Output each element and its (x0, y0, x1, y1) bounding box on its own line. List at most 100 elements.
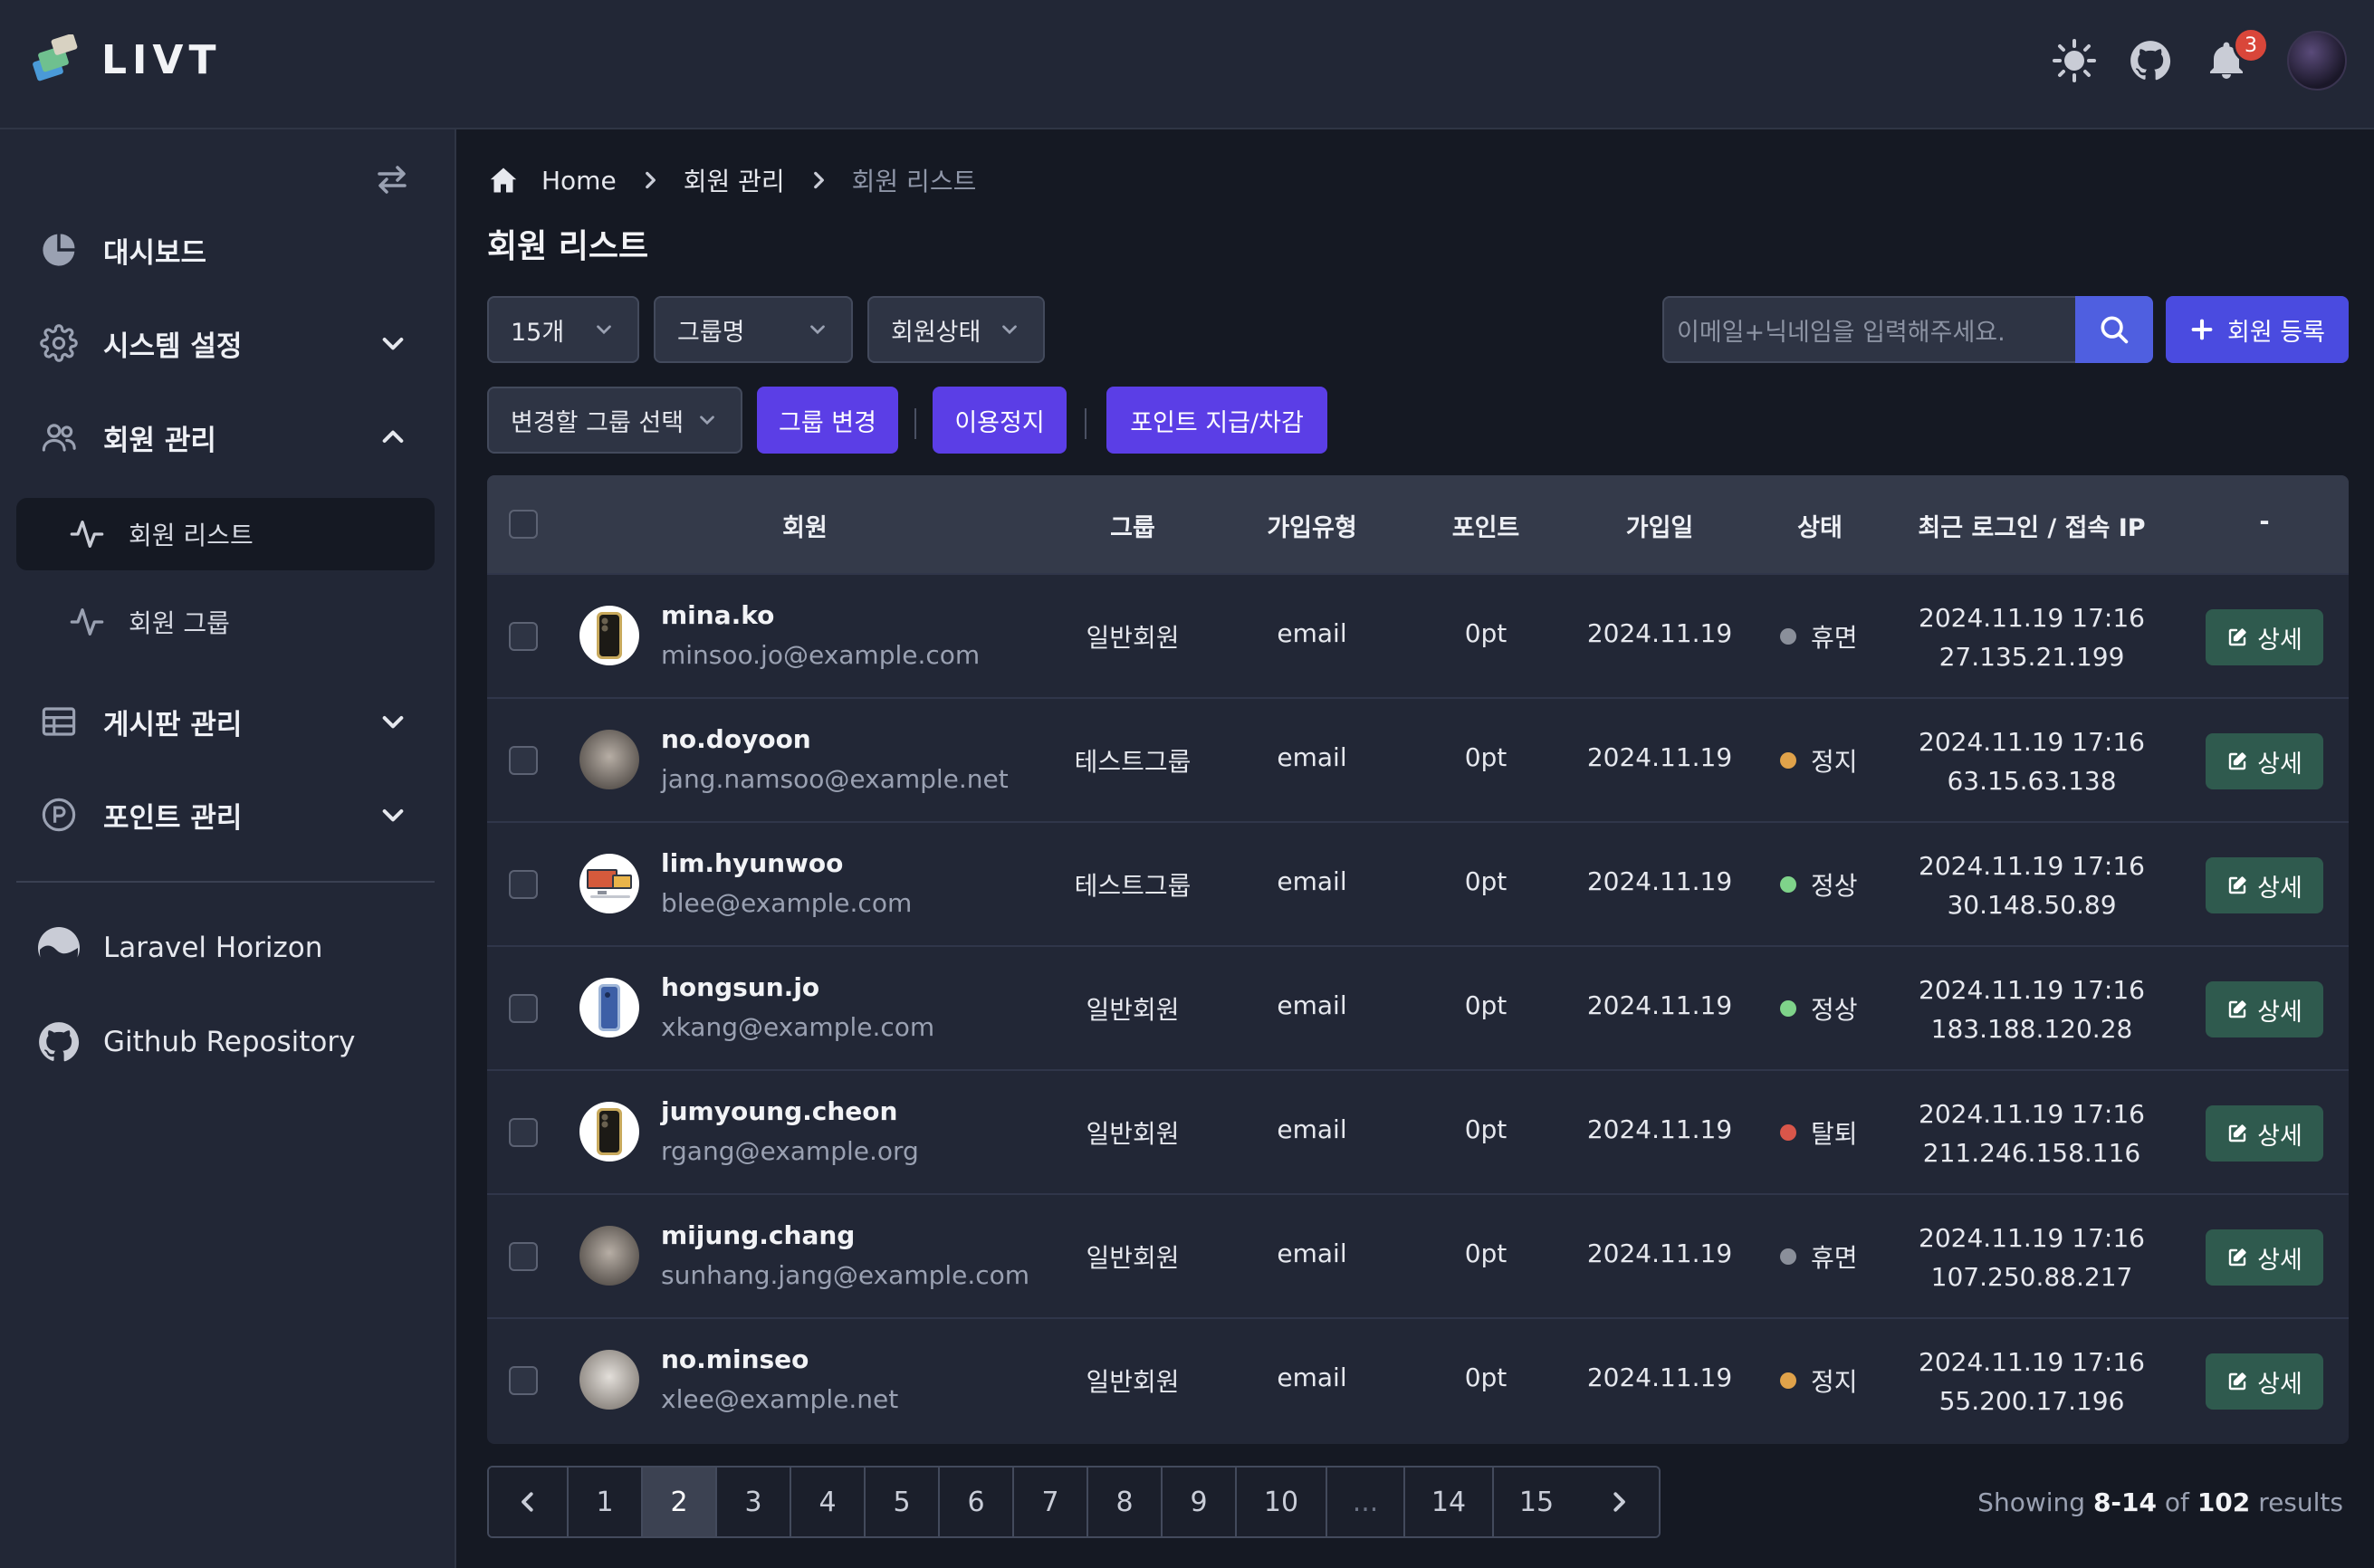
last-login-time: 2024.11.19 17:16 (1919, 727, 2145, 757)
row-checkbox[interactable] (509, 746, 538, 775)
user-avatar[interactable] (2287, 31, 2347, 91)
header-member[interactable]: 회원 (782, 508, 828, 543)
chevron-down-icon (382, 716, 404, 729)
sidebar-link-github-repository[interactable]: Github Repository (36, 1015, 355, 1069)
group-change-button[interactable]: 그룹 변경 (757, 387, 898, 454)
header-last-login[interactable]: 최근 로그인 / 접속 IP (1918, 508, 2145, 543)
theme-toggle-sun-icon[interactable] (2050, 36, 2099, 85)
detail-button[interactable]: 상세 (2206, 1105, 2323, 1162)
change-group-select[interactable]: 변경할 그룹 선택 (487, 387, 742, 454)
sidebar-item-board-management[interactable]: 게시판 관리 (16, 682, 435, 761)
points-adjust-button[interactable]: 포인트 지급/차감 (1106, 387, 1327, 454)
chevron-down-icon (810, 325, 825, 335)
member-status-select[interactable]: 회원상태 (867, 296, 1045, 363)
sidebar: 대시보드 시스템 설정 회원 관리 회원 리스트 회원 그룹 게시판 관리 포인… (0, 129, 456, 1568)
last-login-ip: 183.188.120.28 (1930, 1014, 2133, 1044)
logo[interactable]: LIVT (31, 34, 221, 85)
page-button[interactable]: 4 (791, 1468, 866, 1536)
row-checkbox[interactable] (509, 994, 538, 1023)
detail-button[interactable]: 상세 (2206, 1353, 2323, 1410)
last-login-ip: 107.250.88.217 (1930, 1262, 2133, 1292)
member-thumbnail (579, 606, 639, 665)
member-nickname[interactable]: lim.hyunwoo (661, 848, 843, 878)
header-status[interactable]: 상태 (1797, 508, 1843, 543)
select-all-checkbox[interactable] (509, 510, 538, 539)
header-points[interactable]: 포인트 (1452, 508, 1520, 543)
chevron-down-icon (1002, 325, 1017, 335)
member-join-type: email (1277, 1362, 1347, 1392)
table-row: no.doyoon jang.namsoo@example.net 테스트그룹 ema… (487, 697, 2349, 821)
member-email: jang.namsoo@example.net (661, 764, 1009, 794)
page-button[interactable]: 8 (1088, 1468, 1163, 1536)
suspend-button[interactable]: 이용정지 (933, 387, 1067, 454)
page-ellipsis: ... (1327, 1468, 1405, 1536)
member-nickname[interactable]: hongsun.jo (661, 972, 819, 1002)
breadcrumb-member-management[interactable]: 회원 관리 (684, 162, 785, 198)
member-nickname[interactable]: mijung.chang (661, 1220, 855, 1250)
detail-button[interactable]: 상세 (2206, 733, 2323, 789)
row-checkbox[interactable] (509, 1118, 538, 1147)
edit-icon (2228, 1248, 2246, 1267)
row-checkbox[interactable] (509, 1242, 538, 1271)
chevron-down-icon (382, 338, 404, 350)
per-page-select[interactable]: 15개 (487, 296, 639, 363)
page-button[interactable]: 14 (1405, 1468, 1494, 1536)
detail-button[interactable]: 상세 (2206, 981, 2323, 1037)
member-nickname[interactable]: mina.ko (661, 600, 774, 630)
member-status: 정상 (1780, 866, 1858, 903)
chevron-right-icon (813, 171, 824, 189)
member-join-date: 2024.11.19 (1586, 618, 1733, 648)
row-checkbox[interactable] (509, 622, 538, 651)
sidebar-collapse-icon[interactable] (369, 157, 415, 202)
bell-icon[interactable]: 3 (2202, 27, 2269, 85)
github-icon[interactable] (2126, 36, 2175, 85)
member-nickname[interactable]: no.doyoon (661, 724, 811, 754)
page-button[interactable]: 5 (866, 1468, 940, 1536)
header-join-date[interactable]: 가입일 (1626, 508, 1694, 543)
detail-label: 상세 (2257, 998, 2302, 1027)
sidebar-item-point-management[interactable]: 포인트 관리 (16, 775, 435, 855)
page-button[interactable]: 3 (717, 1468, 791, 1536)
member-thumbnail (579, 854, 639, 913)
sidebar-item-dashboard[interactable]: 대시보드 (16, 210, 435, 290)
breadcrumb-home[interactable]: Home (541, 166, 617, 196)
add-member-button[interactable]: 회원 등록 (2166, 296, 2349, 363)
page-button[interactable]: 15 (1494, 1468, 1579, 1536)
page-button[interactable]: 7 (1014, 1468, 1088, 1536)
search-input[interactable]: 이메일+닉네임을 입력해주세요. (1662, 296, 2077, 363)
detail-button[interactable]: 상세 (2206, 857, 2323, 913)
pagination: 1 2 3 4 5 6 7 8 9 10... 14 15 (487, 1466, 1661, 1538)
member-nickname[interactable]: jumyoung.cheon (661, 1096, 897, 1126)
header-join-type[interactable]: 가입유형 (1267, 508, 1356, 543)
row-checkbox[interactable] (509, 870, 538, 899)
page-button[interactable]: 6 (940, 1468, 1014, 1536)
page-button[interactable]: 2 (643, 1468, 717, 1536)
member-last-login: 2024.11.19 17:16 27.135.21.199 (1919, 598, 2145, 676)
member-email: sunhang.jang@example.com (661, 1260, 1030, 1290)
member-status: 정지 (1780, 742, 1858, 779)
sidebar-subitem-member-list[interactable]: 회원 리스트 (16, 498, 435, 570)
group-select[interactable]: 그룹명 (654, 296, 853, 363)
detail-button[interactable]: 상세 (2206, 1229, 2323, 1286)
page-button[interactable]: 10 (1237, 1468, 1327, 1536)
plus-icon (2191, 319, 2213, 340)
next-page-button[interactable] (1579, 1468, 1659, 1536)
member-thumbnail (579, 1226, 639, 1286)
page-button[interactable]: 9 (1163, 1468, 1237, 1536)
page-button[interactable]: 1 (569, 1468, 643, 1536)
row-checkbox[interactable] (509, 1366, 538, 1395)
sidebar-item-system-settings[interactable]: 시스템 설정 (16, 303, 435, 383)
member-email: rgang@example.org (661, 1136, 919, 1166)
member-nickname[interactable]: no.minseo (661, 1344, 809, 1374)
home-icon (490, 167, 517, 193)
sidebar-item-member-management[interactable]: 회원 관리 (16, 397, 435, 477)
sidebar-subitem-member-group[interactable]: 회원 그룹 (16, 586, 435, 658)
sidebar-link-laravel-horizon[interactable]: Laravel Horizon (36, 921, 322, 975)
header-group[interactable]: 그룹 (1110, 508, 1155, 543)
member-join-type: email (1277, 1238, 1347, 1268)
detail-label: 상세 (2257, 874, 2302, 903)
search-button[interactable] (2075, 296, 2153, 363)
per-page-value: 15개 (511, 318, 565, 347)
prev-page-button[interactable] (489, 1468, 569, 1536)
detail-button[interactable]: 상세 (2206, 609, 2323, 665)
